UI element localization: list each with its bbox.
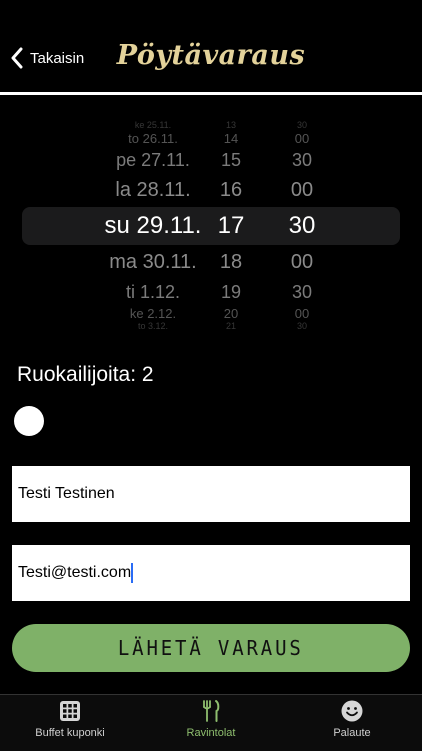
text-cursor: [131, 563, 133, 583]
picker-column-hour[interactable]: 13 14 15 16 17 18 19 20 21: [205, 120, 257, 330]
diners-slider-track[interactable]: [29, 420, 399, 422]
picker-hour-option[interactable]: 18: [205, 252, 257, 272]
smiley-icon: [341, 700, 363, 722]
picker-hour-option[interactable]: 14: [205, 132, 257, 145]
diners-count-label: Ruokailijoita: 2: [17, 363, 154, 386]
picker-day-option[interactable]: pe 27.11.: [88, 151, 218, 169]
picker-hour-option[interactable]: 16: [205, 180, 257, 200]
date-time-picker[interactable]: ke 25.11. to 26.11. pe 27.11. la 28.11. …: [0, 120, 422, 330]
fork-knife-icon: [203, 700, 220, 722]
picker-minute-option[interactable]: 00: [274, 132, 330, 145]
name-input[interactable]: [12, 466, 410, 522]
picker-minute-option[interactable]: 00: [274, 252, 330, 272]
picker-hour-option[interactable]: 17: [205, 214, 257, 238]
tab-ravintolat[interactable]: Ravintolat: [141, 695, 281, 751]
tab-label: Ravintolat: [186, 727, 236, 739]
page-title: Pöytävaraus: [116, 40, 306, 71]
grid-icon: [60, 701, 80, 721]
picker-day-option[interactable]: to 3.12.: [88, 321, 218, 331]
picker-minute-option[interactable]: 30: [274, 214, 330, 238]
diners-slider-thumb[interactable]: [14, 406, 44, 436]
picker-minute-option[interactable]: 30: [274, 321, 330, 331]
picker-hour-option[interactable]: 20: [205, 307, 257, 320]
picker-day-option[interactable]: ti 1.12.: [88, 283, 218, 301]
email-input[interactable]: [12, 545, 410, 601]
picker-day-option[interactable]: to 26.11.: [88, 132, 218, 145]
picker-minute-option[interactable]: 00: [274, 307, 330, 320]
picker-minute-option[interactable]: 30: [274, 283, 330, 301]
tab-palaute[interactable]: Palaute: [282, 695, 422, 751]
tab-bar: Buffet kuponki Ravintolat Palaute: [0, 694, 422, 751]
submit-reservation-button[interactable]: LÄHETÄ VARAUS: [12, 624, 410, 672]
picker-day-option[interactable]: ke 2.12.: [88, 307, 218, 320]
picker-hour-option[interactable]: 15: [205, 151, 257, 169]
picker-minute-option[interactable]: 30: [274, 120, 330, 130]
header: Takaisin Pöytävaraus: [0, 0, 422, 92]
picker-day-option[interactable]: ke 25.11.: [88, 120, 218, 130]
picker-day-option[interactable]: su 29.11.: [88, 214, 218, 238]
tab-label: Buffet kuponki: [35, 727, 105, 739]
picker-hour-option[interactable]: 21: [205, 321, 257, 331]
header-divider: [0, 92, 422, 95]
picker-minute-option[interactable]: 00: [274, 180, 330, 200]
submit-reservation-label: LÄHETÄ VARAUS: [118, 636, 304, 660]
tab-label: Palaute: [333, 727, 371, 739]
picker-hour-option[interactable]: 19: [205, 283, 257, 301]
picker-column-minute[interactable]: 30 00 30 00 30 00 30 00 30: [274, 120, 330, 330]
picker-hour-option[interactable]: 13: [205, 120, 257, 130]
picker-day-option[interactable]: la 28.11.: [88, 180, 218, 200]
picker-minute-option[interactable]: 30: [274, 151, 330, 169]
tab-buffet-kuponki[interactable]: Buffet kuponki: [0, 695, 140, 751]
picker-day-option[interactable]: ma 30.11.: [88, 252, 218, 272]
picker-column-day[interactable]: ke 25.11. to 26.11. pe 27.11. la 28.11. …: [88, 120, 218, 330]
